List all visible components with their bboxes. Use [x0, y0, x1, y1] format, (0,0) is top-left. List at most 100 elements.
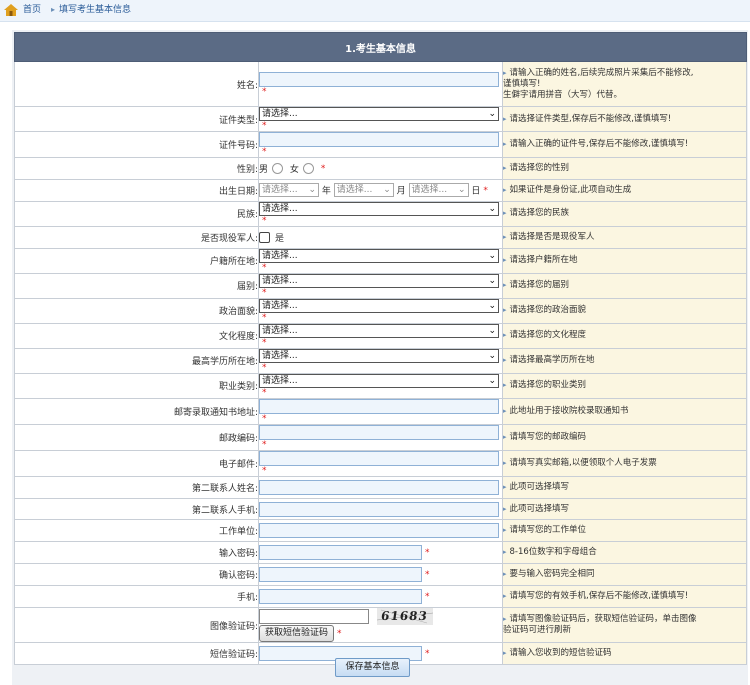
edu-location-select[interactable]: 请选择... ⌄ — [259, 348, 499, 363]
home-icon[interactable] — [4, 4, 18, 16]
tip-arrow-icon: ▸ — [503, 140, 507, 148]
id-type-tip: 请选择证件类型,保存后不能修改,谨慎填写! — [509, 113, 672, 124]
tip-arrow-icon: ▸ — [503, 406, 507, 415]
political-tip: 请选择您的政治面貌 — [509, 305, 587, 316]
political-label: 政治面貌: — [14, 297, 259, 324]
tip-arrow-icon: ▸ — [503, 570, 507, 579]
cohort-label: 届别: — [14, 272, 259, 299]
chevron-down-icon: ⌄ — [383, 185, 391, 196]
education-label: 文化程度: — [14, 322, 259, 349]
contact2-phone-label: 第二联系人手机: — [14, 497, 259, 521]
veteran-option-label: 是 — [275, 233, 285, 244]
mobile-input[interactable] — [259, 589, 422, 605]
postcode-tip: 请填写您的邮政编码 — [509, 431, 587, 442]
ethnicity-select[interactable]: 请选择... ⌄ — [259, 201, 499, 216]
veteran-checkbox[interactable] — [259, 231, 270, 243]
password-confirm-tip: 要与输入密码完全相同 — [509, 569, 595, 580]
chevron-down-icon: ⌄ — [488, 109, 496, 119]
workplace-tip: 请填写您的工作单位 — [509, 525, 587, 536]
tip-arrow-icon: ▸ — [503, 256, 507, 265]
education-select[interactable]: 请选择... ⌄ — [259, 323, 499, 338]
password-confirm-input[interactable] — [259, 567, 422, 583]
captcha-image[interactable]: 61683 — [376, 608, 433, 626]
tip-arrow-icon: ▸ — [503, 356, 507, 365]
gender-label: 性别: — [14, 157, 259, 180]
id-number-input[interactable] — [259, 132, 499, 147]
email-tip: 请填写真实邮箱,以便领取个人电子发票 — [509, 457, 657, 468]
student-info-form: 1.考生基本信息 姓名: * ▸ 请输入正确的姓名,后续完成照片采集后不能修改, … — [14, 32, 747, 665]
birth-day-select[interactable]: 请选择... ⌄ — [408, 183, 469, 198]
cohort-select[interactable]: 请选择... ⌄ — [259, 273, 499, 288]
contact2-name-tip: 此项可选择填写 — [509, 481, 570, 492]
tip-arrow-icon: ▸ — [503, 504, 507, 513]
tip-arrow-icon: ▸ — [503, 432, 507, 441]
cohort-tip: 请选择您的届别 — [509, 280, 570, 291]
captcha-text: 61683 — [379, 609, 429, 624]
tip-arrow-icon: ▸ — [503, 281, 507, 290]
contact2-phone-tip: 此项可选择填写 — [509, 503, 570, 514]
breadcrumb-home-link[interactable]: 首页 — [23, 4, 41, 16]
tip-arrow-icon: ▸ — [503, 185, 507, 194]
tip-arrow-icon: ▸ — [503, 68, 507, 77]
political-select[interactable]: 请选择... ⌄ — [259, 298, 499, 313]
chevron-down-icon: ⌄ — [488, 250, 496, 261]
birth-date-label: 出生日期: — [14, 178, 259, 202]
edu-location-label: 最高学历所在地: — [14, 347, 259, 374]
tip-arrow-icon: ▸ — [503, 331, 507, 340]
birth-year-select[interactable]: 请选择... ⌄ — [259, 183, 319, 198]
breadcrumb-current: 填写考生基本信息 — [59, 5, 132, 15]
name-input[interactable] — [259, 71, 499, 87]
password-input[interactable] — [259, 545, 422, 561]
veteran-label: 是否现役军人: — [14, 225, 259, 249]
birth-month-select[interactable]: 请选择... ⌄ — [333, 183, 394, 198]
ethnicity-tip: 请选择您的民族 — [509, 208, 570, 219]
tip-arrow-icon: ▸ — [503, 615, 507, 624]
contact2-name-label: 第二联系人姓名: — [14, 475, 259, 499]
household-select[interactable]: 请选择... ⌄ — [259, 248, 499, 263]
household-label: 户籍所在地: — [14, 247, 259, 274]
contact2-name-input[interactable] — [259, 479, 499, 495]
tip-arrow-icon: ▸ — [503, 209, 507, 218]
captcha-label: 图像验证码: — [14, 607, 259, 644]
save-basic-info-button[interactable]: 保存基本信息 — [335, 658, 410, 677]
veteran-tip: 请选择是否是现役军人 — [509, 231, 595, 242]
chevron-down-icon: ⌄ — [488, 325, 496, 336]
id-type-label: 证件类型: — [14, 106, 259, 132]
password-confirm-label: 确认密码: — [14, 563, 259, 587]
id-number-label: 证件号码: — [14, 131, 259, 158]
gender-female-radio[interactable] — [302, 162, 314, 174]
chevron-down-icon: ⌄ — [488, 300, 496, 311]
email-input[interactable] — [259, 450, 499, 466]
mail-address-input[interactable] — [259, 398, 499, 414]
mail-address-label: 邮寄录取通知书地址: — [14, 397, 259, 425]
mobile-tip: 请填写您的有效手机,保存后不能修改,谨慎填写! — [509, 591, 689, 602]
gender-tip: 请选择您的性别 — [509, 162, 570, 173]
gender-female-label: 女 — [289, 164, 299, 175]
mobile-label: 手机: — [14, 585, 259, 609]
captcha-input[interactable] — [259, 609, 369, 625]
breadcrumb-arrow-icon: ▸ — [51, 5, 56, 14]
sms-code-label: 短信验证码: — [14, 642, 259, 665]
required-mark: * — [262, 86, 267, 97]
education-tip: 请选择您的文化程度 — [509, 330, 587, 341]
get-sms-code-button[interactable]: 获取短信验证码 — [259, 625, 335, 643]
id-type-select[interactable]: 请选择... ⌄ — [259, 107, 499, 121]
ethnicity-label: 民族: — [14, 200, 259, 227]
section-title: 1.考生基本信息 — [14, 32, 747, 62]
chevron-down-icon: ⌄ — [308, 185, 316, 196]
contact2-phone-input[interactable] — [259, 501, 499, 517]
occupation-select[interactable]: 请选择... ⌄ — [259, 373, 499, 388]
tip-arrow-icon: ▸ — [503, 458, 507, 467]
captcha-tip: ▸ 请填写图像验证码后，获取短信验证码，单击图像 验证码可进行刷新 — [502, 607, 747, 644]
gender-male-radio[interactable] — [272, 162, 284, 174]
tip-arrow-icon: ▸ — [503, 114, 507, 123]
postcode-input[interactable] — [259, 424, 499, 440]
tip-arrow-icon: ▸ — [503, 526, 507, 535]
birth-date-tip: 如果证件是身份证,此项自动生成 — [509, 184, 632, 195]
workplace-input[interactable] — [259, 523, 499, 539]
mail-address-tip: 此地址用于接收院校录取通知书 — [509, 405, 629, 416]
sms-code-tip: 请输入您收到的短信验证码 — [509, 647, 612, 658]
password-label: 输入密码: — [14, 541, 259, 565]
household-tip: 请选择户籍所在地 — [509, 255, 578, 266]
tip-arrow-icon: ▸ — [503, 232, 507, 241]
